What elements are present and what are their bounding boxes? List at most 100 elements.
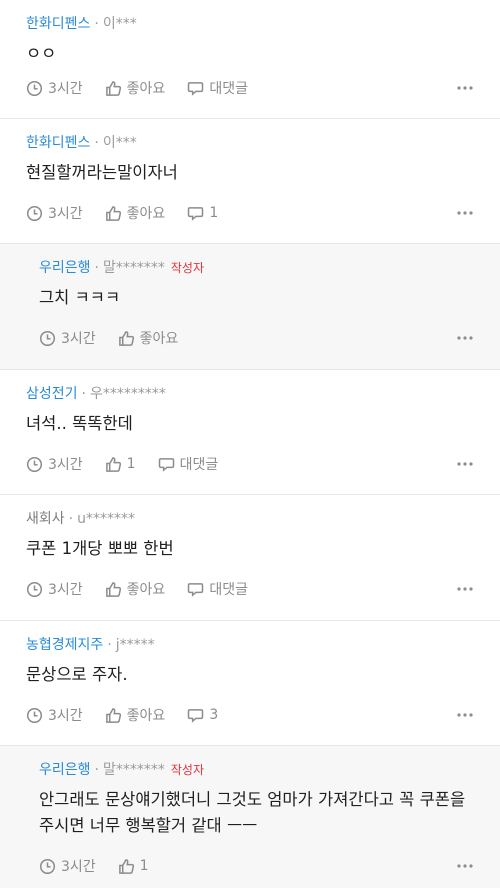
reply-label: 대댓글 — [209, 582, 248, 598]
time-label: 3시간 — [48, 81, 83, 97]
like-button[interactable]: 좋아요 — [118, 328, 178, 348]
comment-actions: 3시간 1 대댓글 — [26, 453, 474, 475]
company-link[interactable]: 삼성전기 — [26, 386, 78, 402]
meta-separator: · — [107, 637, 112, 653]
comment-list: 한화디펜스 · 이*** ㅇㅇ 3시간 좋아요 대댓글 한화디펜스 · 이***… — [0, 0, 500, 888]
reply-button[interactable]: 대댓글 — [158, 454, 219, 474]
comment-item: 한화디펜스 · 이*** 현질할꺼라는말이자너 3시간 좋아요 1 — [0, 119, 500, 244]
like-button[interactable]: 좋아요 — [105, 78, 166, 98]
like-button[interactable]: 좋아요 — [105, 203, 166, 223]
reply-button[interactable]: 대댓글 — [187, 78, 248, 98]
comment-meta: 삼성전기 · 우********* — [26, 384, 474, 404]
comment-text: 쿠폰 1개당 뽀뽀 한번 — [26, 539, 174, 558]
thumbs-up-icon — [105, 707, 121, 723]
like-button[interactable]: 1 — [105, 456, 136, 473]
thumbs-up-icon — [105, 205, 121, 221]
username: 우********* — [89, 386, 166, 402]
comment-text: ㅇㅇ — [26, 44, 57, 63]
thumbs-up-icon — [105, 456, 121, 472]
company-link[interactable]: 우리은행 — [39, 260, 91, 276]
like-label: 좋아요 — [126, 582, 166, 598]
reply-label: 대댓글 — [179, 457, 219, 473]
time-stamp: 3시간 — [26, 78, 83, 98]
more-button[interactable] — [456, 202, 474, 224]
time-stamp: 3시간 — [26, 454, 83, 474]
meta-separator: · — [94, 762, 99, 778]
time-stamp: 3시간 — [26, 203, 83, 223]
speech-bubble-icon — [188, 206, 204, 221]
more-button[interactable] — [456, 327, 474, 349]
comment-meta: 한화디펜스 · 이*** — [26, 14, 474, 34]
reply-button[interactable]: 대댓글 — [187, 579, 248, 599]
comment-actions: 3시간 좋아요 대댓글 — [26, 77, 474, 99]
comment-item: 삼성전기 · 우********* 녀석.. 똑똑한데 3시간 1 대댓글 — [0, 370, 500, 495]
meta-separator: · — [81, 386, 86, 402]
comment-item: 한화디펜스 · 이*** ㅇㅇ 3시간 좋아요 대댓글 — [0, 0, 500, 119]
thumbs-up-icon — [118, 330, 134, 346]
more-dots-icon — [457, 864, 473, 868]
reply-item: 우리은행 · 말******* 작성자 안그래도 문상얘기했더니 그것도 엄마가 가져… — [0, 746, 500, 888]
company-link[interactable]: 우리은행 — [39, 762, 91, 778]
username: 말******* — [102, 762, 165, 778]
comment-text: 안그래도 문상얘기했더니 그것도 엄마가 가져간다고 꼭 쿠폰을 주시면 너무 … — [39, 790, 466, 835]
clock-icon — [26, 80, 43, 96]
more-dots-icon — [457, 587, 473, 591]
more-button[interactable] — [456, 855, 474, 877]
like-label: 좋아요 — [126, 81, 166, 97]
reply-item: 우리은행 · 말******* 작성자 그치 ㅋㅋㅋ 3시간 좋아요 — [0, 244, 500, 370]
reply-label: 대댓글 — [209, 81, 248, 97]
comment-text: 현질할꺼라는말이자너 — [26, 163, 178, 182]
speech-bubble-icon — [158, 457, 174, 472]
reply-button[interactable]: 3 — [187, 707, 218, 724]
username: 이*** — [102, 135, 137, 151]
thumbs-up-icon — [118, 858, 134, 874]
time-label: 3시간 — [48, 206, 83, 222]
time-stamp: 3시간 — [26, 579, 83, 599]
more-dots-icon — [457, 462, 473, 466]
like-button[interactable]: 좋아요 — [105, 705, 166, 725]
comment-item: 농협경제지주 · j***** 문상으로 주자. 3시간 좋아요 3 — [0, 621, 500, 746]
meta-separator: · — [94, 260, 99, 276]
comment-meta: 새회사 · u******* — [26, 509, 474, 529]
company-label: 새회사 — [26, 511, 65, 527]
time-stamp: 3시간 — [39, 328, 96, 348]
more-button[interactable] — [456, 453, 474, 475]
clock-icon — [39, 858, 56, 874]
author-badge: 작성자 — [170, 261, 204, 275]
comment-text: 그치 ㅋㅋㅋ — [39, 288, 121, 307]
more-dots-icon — [457, 86, 473, 90]
clock-icon — [26, 581, 43, 597]
meta-separator: · — [94, 16, 99, 32]
comment-text: 문상으로 주자. — [26, 665, 128, 684]
company-link[interactable]: 농협경제지주 — [26, 637, 103, 653]
username: 말******* — [102, 260, 165, 276]
comment-actions: 3시간 좋아요 — [39, 327, 474, 349]
speech-bubble-icon — [188, 708, 204, 723]
time-stamp: 3시간 — [39, 856, 96, 876]
time-label: 3시간 — [61, 859, 96, 875]
reply-button[interactable]: 1 — [187, 205, 218, 222]
more-button[interactable] — [456, 578, 474, 600]
reply-count: 3 — [209, 707, 219, 723]
like-button[interactable]: 1 — [118, 858, 149, 875]
time-label: 3시간 — [48, 708, 83, 724]
time-label: 3시간 — [48, 582, 83, 598]
more-dots-icon — [457, 211, 473, 215]
company-link[interactable]: 한화디펜스 — [26, 135, 90, 151]
time-stamp: 3시간 — [26, 705, 83, 725]
company-link[interactable]: 한화디펜스 — [26, 16, 90, 32]
more-dots-icon — [457, 713, 473, 717]
comment-actions: 3시간 좋아요 대댓글 — [26, 578, 474, 600]
author-badge: 작성자 — [170, 763, 204, 777]
more-button[interactable] — [456, 704, 474, 726]
clock-icon — [26, 205, 43, 221]
like-button[interactable]: 좋아요 — [105, 579, 166, 599]
like-count: 1 — [139, 858, 149, 874]
thumbs-up-icon — [105, 581, 121, 597]
like-label: 좋아요 — [126, 708, 166, 724]
like-label: 좋아요 — [126, 206, 166, 222]
comment-meta: 우리은행 · 말******* 작성자 — [39, 258, 474, 278]
comment-meta: 우리은행 · 말******* 작성자 — [39, 760, 474, 780]
meta-separator: · — [68, 511, 74, 527]
more-button[interactable] — [456, 77, 474, 99]
